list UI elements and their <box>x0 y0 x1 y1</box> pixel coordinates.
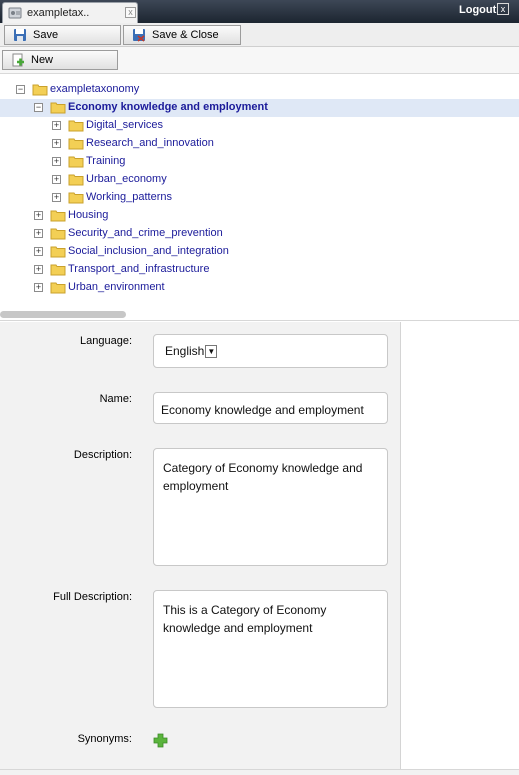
tree-node-child[interactable]: + Research_and_innovation <box>0 135 519 153</box>
logout-icon[interactable]: x <box>497 3 509 15</box>
folder-icon <box>68 156 84 168</box>
folder-open-icon <box>32 84 48 96</box>
expand-icon[interactable]: + <box>34 229 43 238</box>
name-value: Economy knowledge and employment <box>161 403 364 417</box>
save-close-label: Save & Close <box>152 29 219 41</box>
tree-node-selected[interactable]: − Economy knowledge and employment <box>0 99 519 117</box>
tree-node-child[interactable]: + Training <box>0 153 519 171</box>
category-form: Language: English ▼ Name: Economy knowled… <box>0 322 401 774</box>
folder-icon <box>68 174 84 186</box>
tab-label: exampletax.. <box>27 7 90 19</box>
tree-toolbar: New <box>0 47 519 74</box>
tree-node-label: Urban_economy <box>86 173 167 185</box>
language-label: Language: <box>80 335 132 347</box>
collapse-icon[interactable]: − <box>16 85 25 94</box>
logout-link[interactable]: Logout <box>459 4 496 16</box>
expand-icon[interactable]: + <box>34 283 43 292</box>
folder-open-icon <box>50 102 66 114</box>
expand-icon[interactable]: + <box>52 193 61 202</box>
folder-icon <box>68 192 84 204</box>
full-description-field[interactable]: This is a Category of Economy knowledge … <box>153 590 388 708</box>
tree-node-child[interactable]: + Digital_services <box>0 117 519 135</box>
full-description-label: Full Description: <box>53 591 132 603</box>
taxonomy-icon <box>8 7 22 19</box>
synonyms-label: Synonyms: <box>77 733 132 745</box>
tree-node-root[interactable]: − exampletaxonomy <box>0 81 519 99</box>
tree-node-label: Social_inclusion_and_integration <box>68 245 229 257</box>
folder-icon <box>68 120 84 132</box>
folder-icon <box>50 282 66 294</box>
name-label: Name: <box>99 393 132 405</box>
tree-node-label: Transport_and_infrastructure <box>68 263 210 275</box>
expand-icon[interactable]: + <box>52 121 61 130</box>
add-synonym-icon[interactable] <box>153 733 168 748</box>
taxonomy-tree: − exampletaxonomy − Economy knowledge an… <box>0 81 519 296</box>
tree-node-sibling[interactable]: + Social_inclusion_and_integration <box>0 243 519 261</box>
tree-node-sibling[interactable]: + Transport_and_infrastructure <box>0 261 519 279</box>
language-select[interactable]: English ▼ <box>153 334 388 368</box>
tree-node-label: Working_patterns <box>86 191 173 203</box>
floppy-disk-icon <box>14 29 26 41</box>
tree-node-label: Economy knowledge and employment <box>68 101 268 113</box>
language-value: English <box>165 344 205 358</box>
tree-node-label: Housing <box>68 209 109 221</box>
folder-icon <box>50 246 66 258</box>
dropdown-arrow-icon[interactable]: ▼ <box>205 345 218 359</box>
top-bar: exampletax.. x Logout x <box>0 0 519 23</box>
tab-exampletaxonomy[interactable]: exampletax.. x <box>2 2 138 23</box>
new-item-icon <box>12 53 24 67</box>
tree-node-label: exampletaxonomy <box>50 83 140 95</box>
tree-node-label: Urban_environment <box>68 281 165 293</box>
panel-divider[interactable] <box>0 320 519 321</box>
save-button[interactable]: Save <box>4 25 121 45</box>
expand-icon[interactable]: + <box>52 157 61 166</box>
folder-icon <box>68 138 84 150</box>
action-toolbar: Save Save & Close <box>0 23 519 47</box>
expand-icon[interactable]: + <box>52 139 61 148</box>
folder-icon <box>50 210 66 222</box>
language-select-value[interactable]: English ▼ <box>165 344 218 359</box>
tree-node-label: Security_and_crime_prevention <box>68 227 223 239</box>
save-label: Save <box>33 29 59 41</box>
expand-icon[interactable]: + <box>52 175 61 184</box>
tree-node-sibling[interactable]: + Urban_environment <box>0 279 519 297</box>
full-description-value: This is a Category of Economy knowledge … <box>163 603 327 635</box>
name-field[interactable]: Economy knowledge and employment <box>153 392 388 424</box>
save-close-button[interactable]: Save & Close <box>123 25 241 45</box>
expand-icon[interactable]: + <box>34 247 43 256</box>
tree-node-label: Research_and_innovation <box>86 137 214 149</box>
save-close-icon <box>133 29 145 42</box>
new-button[interactable]: New <box>2 50 118 70</box>
expand-icon[interactable]: + <box>34 265 43 274</box>
horizontal-scrollbar[interactable] <box>0 311 126 318</box>
folder-icon <box>50 264 66 276</box>
tree-node-sibling[interactable]: + Security_and_crime_prevention <box>0 225 519 243</box>
tree-node-label: Digital_services <box>86 119 164 131</box>
description-field[interactable]: Category of Economy knowledge and employ… <box>153 448 388 566</box>
tree-node-sibling[interactable]: + Housing <box>0 207 519 225</box>
new-label: New <box>31 54 54 66</box>
folder-icon <box>50 228 66 240</box>
description-label: Description: <box>73 449 132 461</box>
tree-node-child[interactable]: + Working_patterns <box>0 189 519 207</box>
bottom-border <box>0 769 519 775</box>
expand-icon[interactable]: + <box>34 211 43 220</box>
tree-node-child[interactable]: + Urban_economy <box>0 171 519 189</box>
close-tab-icon[interactable]: x <box>125 7 136 18</box>
description-value: Category of Economy knowledge and employ… <box>163 461 363 493</box>
collapse-icon[interactable]: − <box>34 103 43 112</box>
tree-node-label: Training <box>86 155 126 167</box>
